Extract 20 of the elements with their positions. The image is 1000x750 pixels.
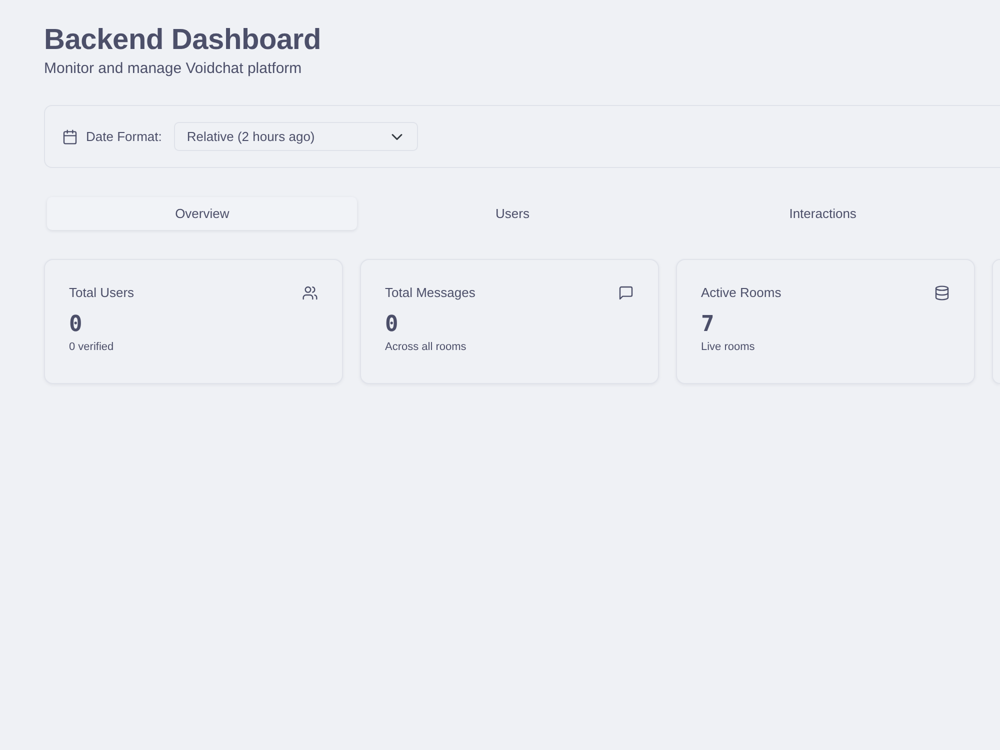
tab[interactable]: Overview [47,197,358,230]
users-icon [302,285,318,302]
chat-bubble-icon [618,285,634,302]
page-title: Backend Dashboard [44,25,322,57]
page-subtitle: Monitor and manage Voidchat platform [44,58,302,78]
database-icon [934,285,950,302]
stat-title: Total Users [69,285,134,302]
stat-title: Active Rooms [701,285,782,302]
stat-caption: Live rooms [701,340,755,354]
stat-title: Total Messages [385,285,476,302]
stat-value: 0 [69,312,82,338]
date-format-select[interactable]: Relative (2 hours ago) [174,122,418,152]
date-format-label: Date Format: [86,128,162,146]
tab[interactable]: Users [357,197,668,230]
stat-caption: Across all rooms [385,340,466,354]
tab[interactable]: Interactions [668,197,978,230]
calendar-icon [62,128,78,145]
stat-caption: 0 verified [69,340,114,354]
stat-value: 0 [385,312,398,338]
stat-value: 7 [701,312,714,338]
